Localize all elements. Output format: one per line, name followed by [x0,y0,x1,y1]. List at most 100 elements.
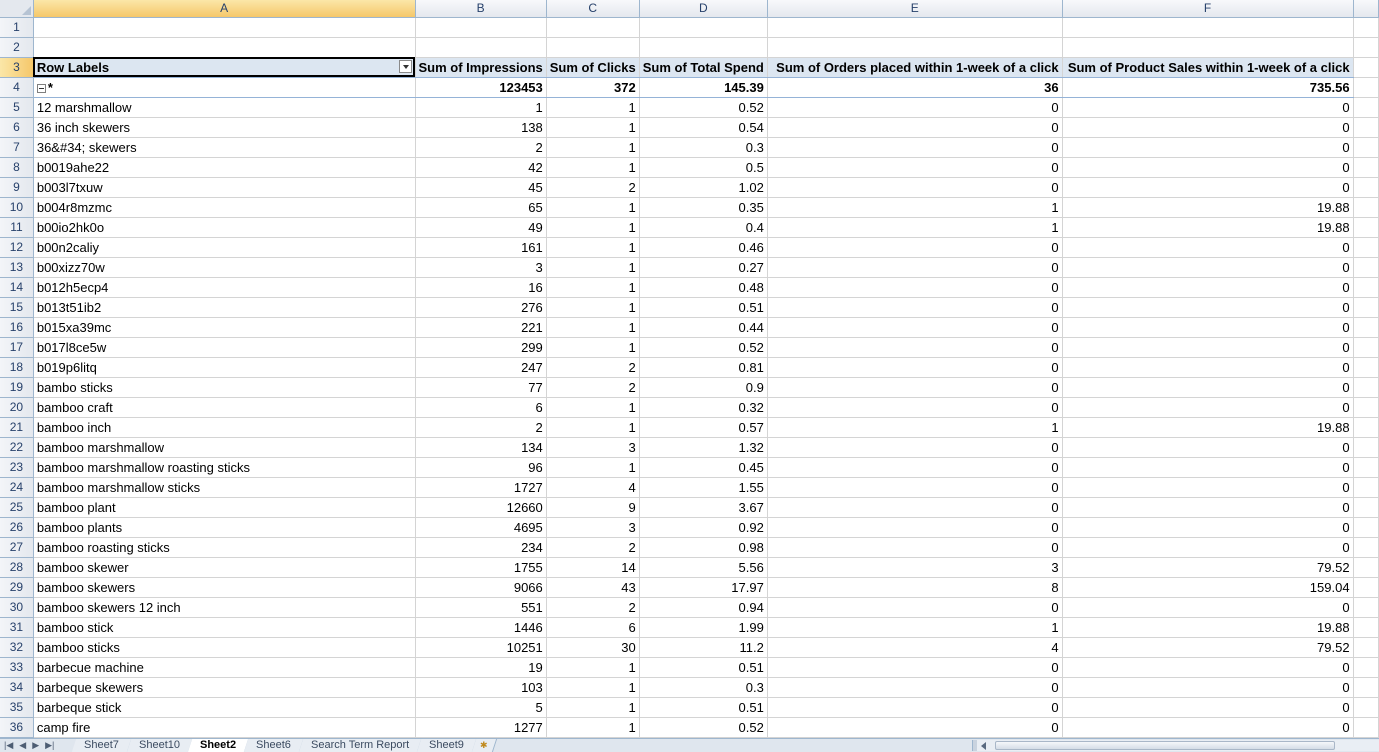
cell-spend[interactable]: 0.57 [639,417,768,438]
select-all-corner[interactable] [0,0,34,18]
cell-spend[interactable]: 0.3 [639,137,768,158]
cell-sales[interactable]: 0 [1062,297,1354,318]
row-label-cell[interactable]: bamboo roasting sticks [33,537,416,558]
row-header[interactable]: 18 [0,357,34,378]
cell-impressions[interactable]: 4695 [415,517,547,538]
cell-sales[interactable]: 0 [1062,537,1354,558]
cell-sales[interactable]: 0 [1062,117,1354,138]
cell[interactable] [33,17,416,38]
row-label-cell[interactable]: b004r8mzmc [33,197,416,218]
prev-sheet-icon[interactable]: ◀ [19,739,26,752]
cell-spend[interactable]: 0.46 [639,237,768,258]
cell-sales[interactable]: 0 [1062,377,1354,398]
cell-sales[interactable]: 0 [1062,97,1354,118]
cell-impressions[interactable]: 19 [415,657,547,678]
scroll-thumb[interactable] [995,741,1335,750]
cell[interactable] [1353,17,1379,38]
cell-clicks[interactable]: 2 [546,177,640,198]
cell-clicks[interactable]: 2 [546,357,640,378]
cell-spend[interactable]: 3.67 [639,497,768,518]
cell-impressions[interactable]: 161 [415,237,547,258]
cell-clicks[interactable]: 1 [546,397,640,418]
cell-sales[interactable]: 0 [1062,337,1354,358]
cell-sales[interactable]: 0 [1062,697,1354,718]
cell-clicks[interactable]: 1 [546,337,640,358]
cell-impressions[interactable]: 1727 [415,477,547,498]
cell-sales[interactable]: 0 [1062,277,1354,298]
cell-impressions[interactable]: 16 [415,277,547,298]
cell-orders[interactable]: 0 [767,257,1063,278]
cell-orders[interactable]: 1 [767,217,1063,238]
cell-sales[interactable]: 0 [1062,517,1354,538]
pivot-total-clicks[interactable]: 372 [546,77,640,98]
cell-impressions[interactable]: 221 [415,317,547,338]
cell[interactable] [1062,17,1354,38]
cell-impressions[interactable]: 299 [415,337,547,358]
cell-orders[interactable]: 0 [767,97,1063,118]
cell-impressions[interactable]: 1277 [415,717,547,738]
cell-sales[interactable]: 79.52 [1062,637,1354,658]
cell-spend[interactable]: 0.52 [639,97,768,118]
cell[interactable] [1353,597,1379,618]
cell-sales[interactable]: 159.04 [1062,577,1354,598]
cell-orders[interactable]: 0 [767,137,1063,158]
row-label-cell[interactable]: b013t51ib2 [33,297,416,318]
cell-clicks[interactable]: 1 [546,677,640,698]
cell-impressions[interactable]: 134 [415,437,547,458]
cell-spend[interactable]: 1.02 [639,177,768,198]
row-header[interactable]: 3 [0,57,34,78]
cell-clicks[interactable]: 1 [546,97,640,118]
cell[interactable] [1353,277,1379,298]
cell-clicks[interactable]: 2 [546,537,640,558]
row-header[interactable]: 25 [0,497,34,518]
cell-impressions[interactable]: 96 [415,457,547,478]
row-label-cell[interactable]: bamboo skewers [33,577,416,598]
row-header[interactable]: 31 [0,617,34,638]
cell[interactable] [1353,217,1379,238]
cell[interactable] [1353,397,1379,418]
cell[interactable] [1353,437,1379,458]
cell-spend[interactable]: 0.81 [639,357,768,378]
cell[interactable] [415,37,547,58]
tab-sheet2[interactable]: Sheet2 [187,739,250,752]
pivot-total-impressions[interactable]: 123453 [415,77,547,98]
cell-clicks[interactable]: 43 [546,577,640,598]
cell-clicks[interactable]: 1 [546,317,640,338]
cell[interactable] [1353,117,1379,138]
cell-spend[interactable]: 0.32 [639,397,768,418]
row-label-cell[interactable]: bamboo plants [33,517,416,538]
cell[interactable] [1353,577,1379,598]
row-header[interactable]: 19 [0,377,34,398]
cell[interactable] [1353,677,1379,698]
cell[interactable] [546,17,640,38]
column-header-f[interactable]: F [1062,0,1354,18]
row-label-cell[interactable]: b003l7txuw [33,177,416,198]
scroll-left-icon[interactable] [981,742,986,750]
row-header[interactable]: 36 [0,717,34,738]
cell[interactable] [1353,697,1379,718]
cell[interactable] [1353,537,1379,558]
cell-orders[interactable]: 0 [767,497,1063,518]
cell-spend[interactable]: 0.4 [639,217,768,238]
cell[interactable] [1353,157,1379,178]
cell-clicks[interactable]: 1 [546,157,640,178]
cell[interactable] [767,37,1063,58]
row-label-cell[interactable]: bamboo craft [33,397,416,418]
cell-spend[interactable]: 0.48 [639,277,768,298]
cell-impressions[interactable]: 5 [415,697,547,718]
cell-orders[interactable]: 0 [767,437,1063,458]
cell-orders[interactable]: 0 [767,357,1063,378]
cell-impressions[interactable]: 42 [415,157,547,178]
cell[interactable] [1353,177,1379,198]
cell-sales[interactable]: 0 [1062,357,1354,378]
cell-spend[interactable]: 0.52 [639,717,768,738]
row-header[interactable]: 11 [0,217,34,238]
cell-orders[interactable]: 0 [767,657,1063,678]
row-header[interactable]: 13 [0,257,34,278]
horizontal-scrollbar[interactable] [972,740,1379,751]
cell-clicks[interactable]: 1 [546,297,640,318]
row-header[interactable]: 12 [0,237,34,258]
cell-sales[interactable]: 19.88 [1062,197,1354,218]
cell-spend[interactable]: 0.3 [639,677,768,698]
cell-clicks[interactable]: 1 [546,277,640,298]
